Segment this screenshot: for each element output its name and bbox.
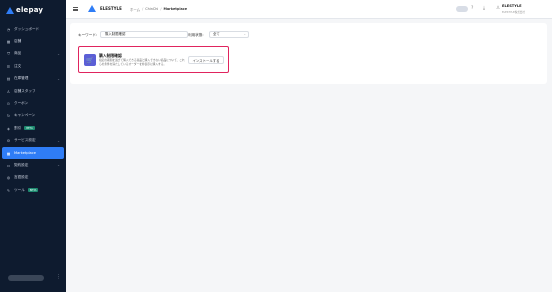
breadcrumb-home[interactable]: ホーム <box>130 7 140 12</box>
language-icon: ◍ <box>6 175 11 181</box>
org-logo-icon <box>88 5 96 12</box>
sidebar-item-label: ダッシュボード <box>14 26 40 31</box>
sidebar-item-service-settings[interactable]: ⚙ サービス設定 ⌄ <box>0 135 66 147</box>
breadcrumb-separator: / <box>142 6 144 11</box>
sidebar-item-dashboard[interactable]: ◔ ダッシュボード <box>0 23 66 35</box>
app-card-description: 指定の期間を過ぎて購入できる商品と購入できない商品について、これらの条件を満たし… <box>99 58 185 66</box>
order-icon: ☰ <box>6 63 11 69</box>
beta-badge: BETA <box>27 188 39 193</box>
download-icon[interactable]: ⤓ <box>483 6 485 12</box>
sidebar-item-label: 商品 <box>14 51 22 56</box>
status-select-value: 全て <box>213 32 220 36</box>
dashboard-icon: ◔ <box>6 26 11 32</box>
sidebar-item-label: 店舗スタッフ <box>14 88 36 93</box>
tool-icon: ✎ <box>6 187 11 193</box>
chevron-down-icon: ⌄ <box>57 76 60 81</box>
contract-icon: ▭ <box>6 162 11 168</box>
cart-icon: 🛒 <box>84 54 96 66</box>
keyword-search-input[interactable]: 購入制限確認 <box>100 31 188 38</box>
sidebar-item-coupon[interactable]: ⊙ クーポン <box>0 97 66 109</box>
status-label: 利用状態: <box>188 33 204 37</box>
install-button[interactable]: インストールする <box>188 56 224 64</box>
sidebar-item-tool[interactable]: ✎ ツール BETA <box>0 184 66 196</box>
sidebar-item-label: 注文 <box>14 63 22 68</box>
sidebar-item-label: 割引 <box>14 125 22 130</box>
store-icon: ▦ <box>6 39 11 45</box>
sidebar-item-label: クーポン <box>14 101 29 106</box>
inventory-icon: ▤ <box>6 76 11 82</box>
chevron-down-icon: ⌄ <box>57 51 60 56</box>
breadcrumb-separator: / <box>160 6 162 11</box>
sidebar-item-order[interactable]: ☰ 注文 <box>0 60 66 72</box>
breadcrumb: ホーム / ChinChi / Marketplace <box>130 7 187 12</box>
breadcrumb-current: Marketplace <box>163 6 188 11</box>
chevron-down-icon: ⌄ <box>57 163 60 168</box>
sidebar-item-marketplace[interactable]: ▦ Marketplace <box>2 146 64 160</box>
sidebar-item-label: 在庫管理 <box>14 76 29 81</box>
status-pill[interactable] <box>456 6 468 12</box>
app-card-purchase-limit[interactable]: 🛒 購入制限確認 指定の期間を過ぎて購入できる商品と購入できない商品について、こ… <box>78 46 229 73</box>
org-name[interactable]: ELESTYLE <box>100 6 122 11</box>
chevron-down-icon: ⌄ <box>243 32 246 36</box>
sidebar-item-inventory[interactable]: ▤ 在庫管理 ⌄ <box>0 73 66 85</box>
brand-name: elepay <box>16 6 44 14</box>
sidebar-item-contract[interactable]: ▭ 契約設定 ⌄ <box>0 159 66 171</box>
sidebar-item-language[interactable]: ◍ 言語設定 <box>0 172 66 184</box>
tag-icon: ⛉ <box>7 51 10 57</box>
sidebar-item-label: キャンペーン <box>14 113 36 118</box>
top-header: ELESTYLE ホーム / ChinChi / Marketplace ? ⤓… <box>66 0 552 19</box>
sidebar-item-label: 契約設定 <box>14 162 29 167</box>
sidebar-item-label: ツール <box>14 187 25 192</box>
status-select[interactable]: 全て ⌄ <box>209 31 249 38</box>
sidebar-nav: ◔ ダッシュボード ▦ 店舗 ⛉ 商品 ⌄ ☰ 注文 ▤ 在庫管理 ⌄ ♙ 店舗スタッフ ⊙ クーポン ↻ キャン… <box>0 23 66 196</box>
sidebar-item-label: 言語設定 <box>14 175 29 180</box>
sidebar-item-store[interactable]: ▦ 店舗 <box>0 35 66 47</box>
sidebar-item-discount[interactable]: ◈ 割引 BETA <box>0 122 66 134</box>
user-name[interactable]: ELESTYLE <box>502 4 522 8</box>
campaign-icon: ↻ <box>6 113 11 119</box>
help-icon[interactable]: ? <box>471 6 473 12</box>
sidebar-item-label: 店舗 <box>14 39 22 44</box>
sidebar-item-tag[interactable]: ⛉ 商品 ⌄ <box>0 48 66 60</box>
sidebar-item-label: Marketplace <box>14 151 37 156</box>
sidebar-item-label: サービス設定 <box>14 138 36 143</box>
sidebar: elepay ◔ ダッシュボード ▦ 店舗 ⛉ 商品 ⌄ ☰ 注文 ▤ 在庫管理 ⌄ ♙ 店舗スタッフ ⊙ ク… <box>0 0 66 292</box>
breadcrumb-store[interactable]: ChinChi <box>145 7 158 12</box>
user-icon[interactable]: ♙ <box>496 6 500 12</box>
beta-badge: BETA <box>24 126 35 131</box>
hamburger-menu-icon[interactable] <box>73 7 78 11</box>
brand-logo[interactable]: elepay <box>6 4 43 16</box>
coupon-icon: ⊙ <box>6 101 11 107</box>
sidebar-item-staff[interactable]: ♙ 店舗スタッフ <box>0 85 66 97</box>
keyword-label: キーワード: <box>78 33 98 37</box>
elepay-logo-icon <box>6 6 14 14</box>
staff-icon: ♙ <box>6 88 11 94</box>
marketplace-panel: キーワード: 購入制限確認 利用状態: 全て ⌄ 🛒 購入制限確認 指定の期間を… <box>70 23 547 84</box>
discount-icon: ◈ <box>7 125 10 131</box>
service-settings-icon: ⚙ <box>6 138 11 144</box>
sidebar-item-campaign[interactable]: ↻ キャンペーン <box>0 110 66 122</box>
kebab-menu-icon[interactable]: ⋮ <box>56 274 61 281</box>
user-company: ELESTYLE株式会社 <box>502 10 525 14</box>
account-switcher[interactable] <box>8 275 44 281</box>
chevron-down-icon: ⌄ <box>57 138 60 143</box>
marketplace-icon: ▦ <box>6 150 11 156</box>
